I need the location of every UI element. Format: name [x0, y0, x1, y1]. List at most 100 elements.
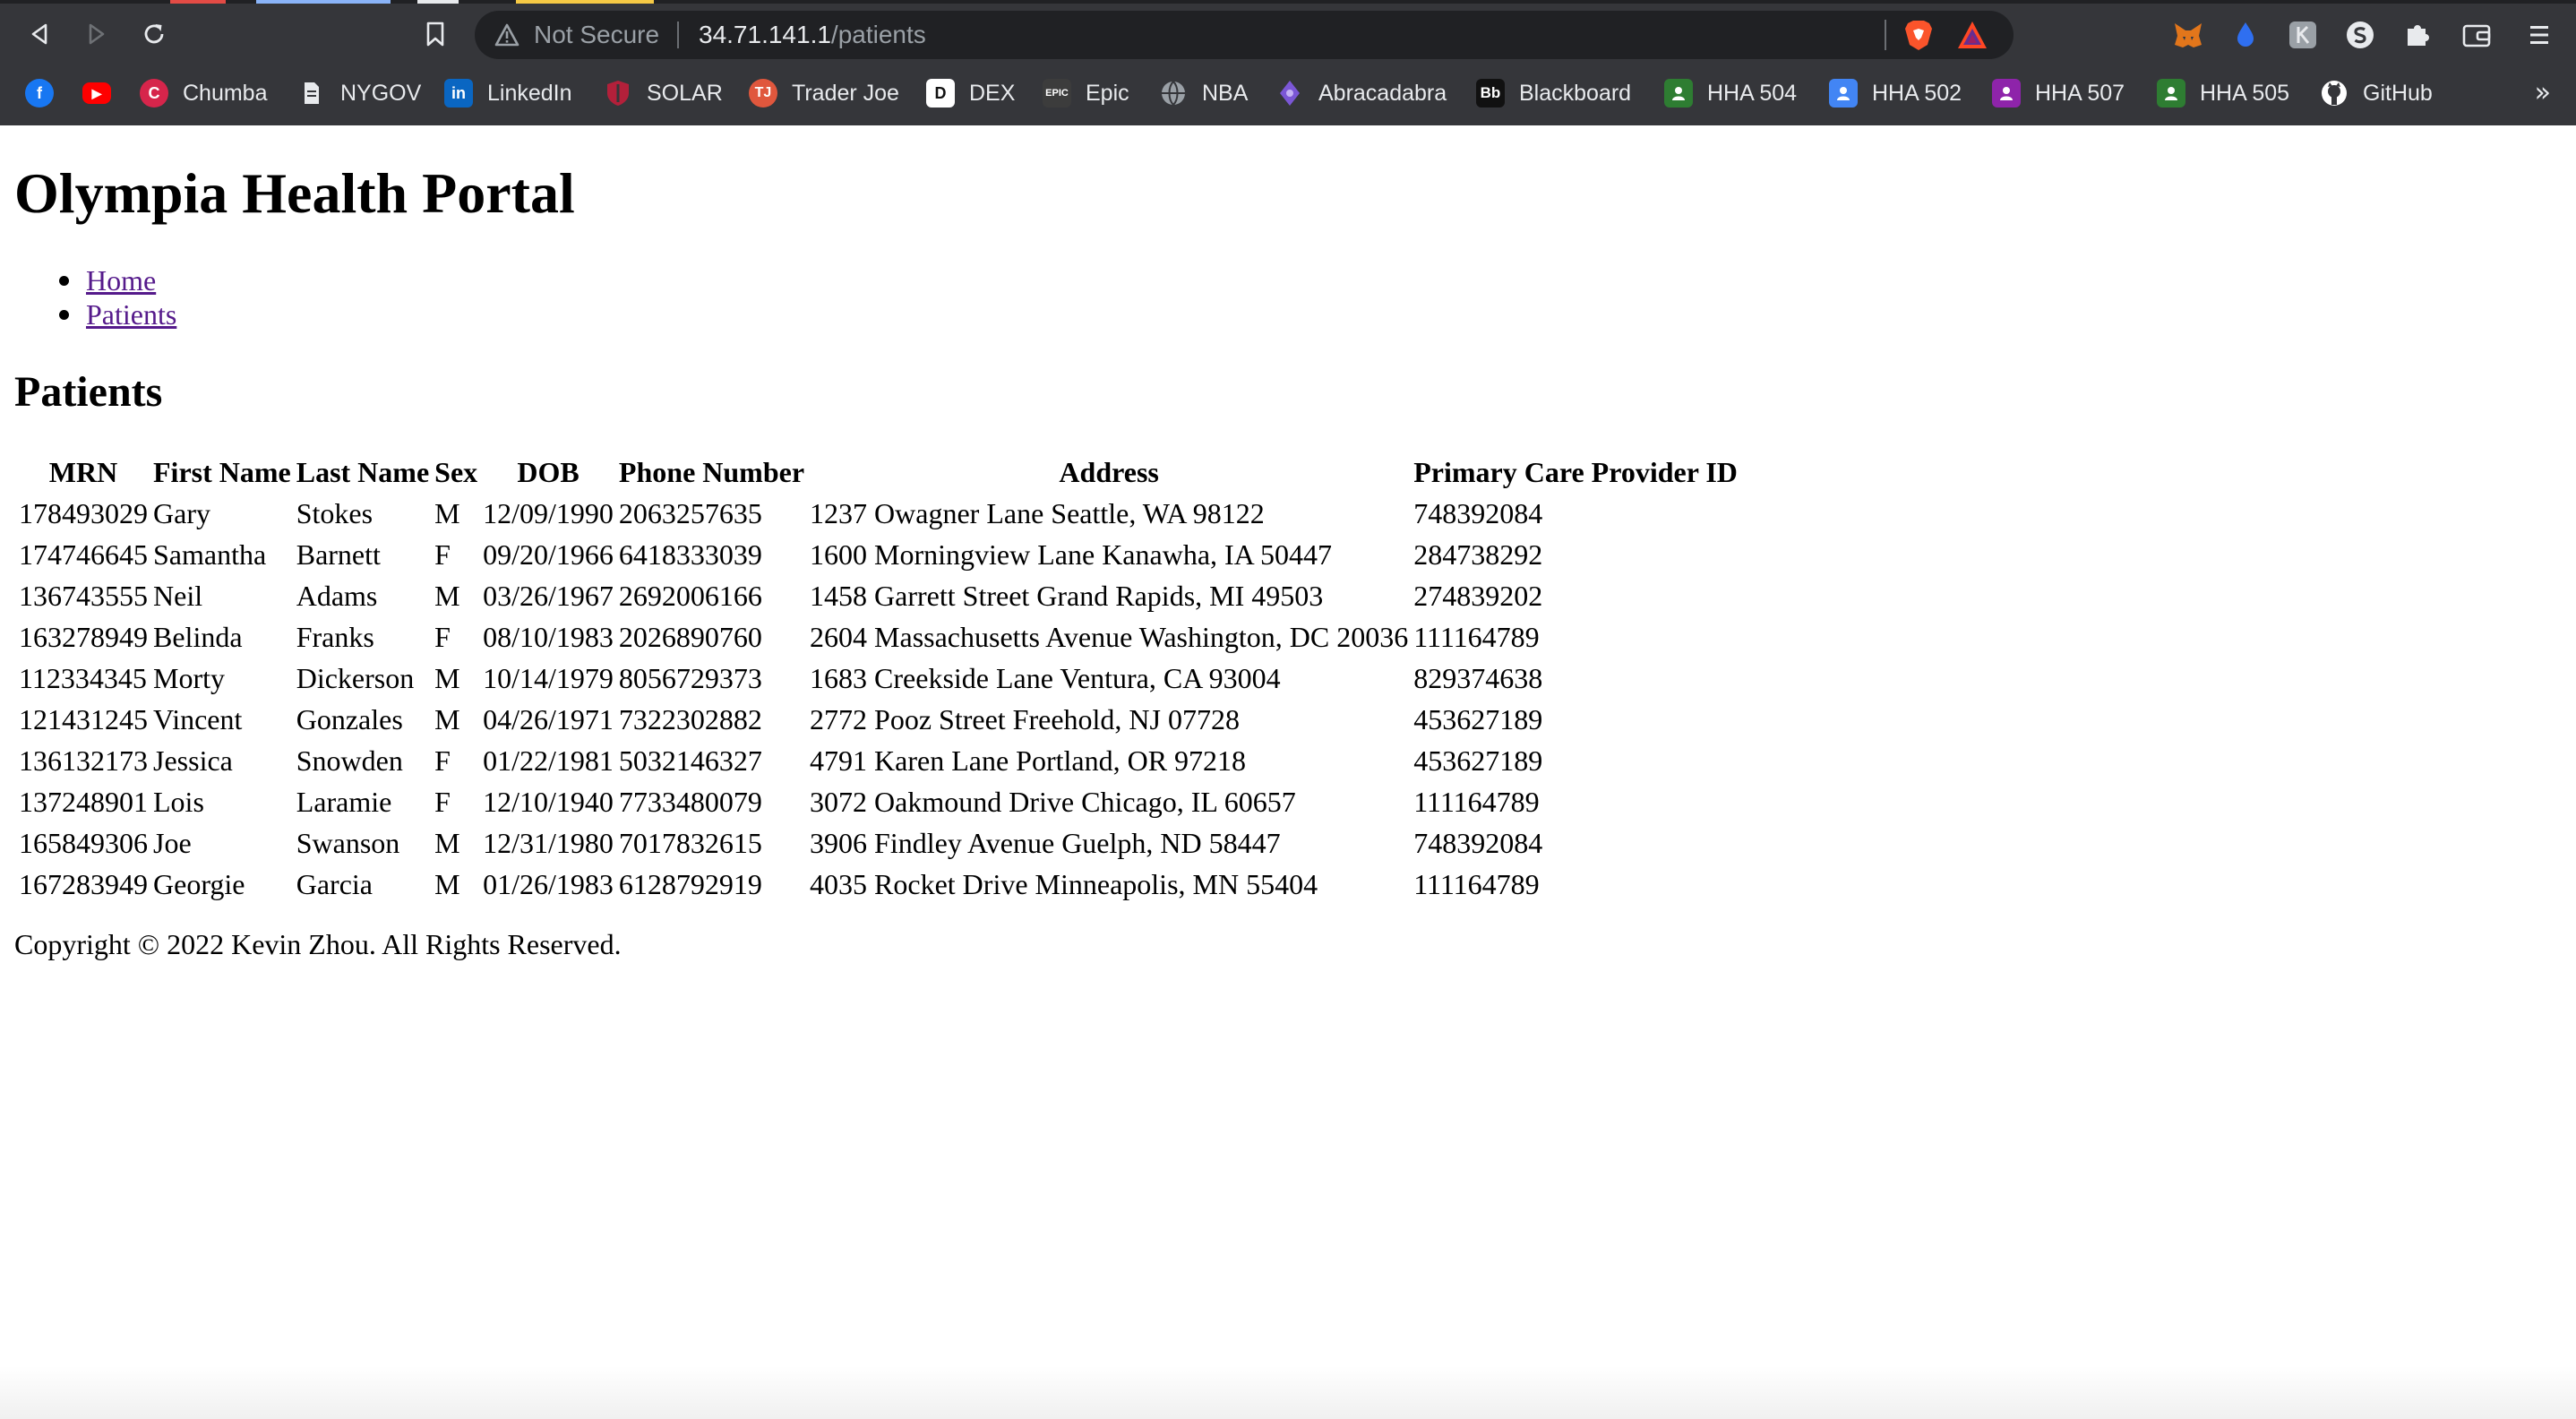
abracadabra-icon	[1275, 79, 1304, 108]
brave-shields-icon[interactable]	[1902, 18, 1935, 52]
table-row: 178493029 Gary Stokes M 12/09/1990 2063257635…	[18, 494, 1739, 532]
bookmark-solar[interactable]: SOLAR	[604, 73, 723, 113]
table-cell: Gonzales	[296, 703, 403, 735]
bookmark-dex[interactable]: D DEX	[926, 73, 1015, 113]
bookmark-nba[interactable]: NBA	[1159, 73, 1248, 113]
copyright-footer: Copyright © 2022 Kevin Zhou. All Rights …	[14, 928, 622, 960]
table-header-row: MRN First Name Last Name Sex DOB Phone Number…	[18, 453, 1739, 491]
bookmark-label: Chumba	[183, 80, 268, 106]
bookmark-label: NBA	[1202, 80, 1249, 106]
document-icon	[297, 79, 326, 108]
blackboard-icon: Bb	[1476, 79, 1505, 108]
table-cell: 748392084	[1413, 827, 1543, 859]
table-cell: 165849306	[19, 827, 148, 859]
table-row: 136743555 Neil Adams M 03/26/1967 2692006166 1…	[18, 577, 1739, 615]
bookmark-hha-505[interactable]: HHA 505	[2157, 73, 2289, 113]
security-label[interactable]: Not Secure	[534, 20, 659, 50]
table-cell: 12/09/1990	[483, 497, 614, 529]
table-row: 137248901 Lois Laramie F 12/10/1940 773348007…	[18, 783, 1739, 821]
bookmark-trader-joe[interactable]: TJ Trader Joe	[749, 73, 899, 113]
table-cell: 4035 Rocket Drive Minneapolis, MN 55404	[810, 868, 1318, 900]
url-text[interactable]: 34.71.141.1/patients	[699, 20, 926, 50]
table-cell: 6128792919	[618, 868, 762, 900]
brave-rewards-icon[interactable]	[1956, 20, 1988, 50]
address-bar[interactable]: Not Secure 34.71.141.1/patients	[475, 11, 2014, 59]
table-cell: 7733480079	[618, 786, 762, 818]
table-cell: 111164789	[1413, 786, 1540, 818]
bookmark-nygov[interactable]: NYGOV	[297, 73, 421, 113]
url-host: 34.71.141.1	[699, 21, 831, 48]
table-cell: M	[434, 497, 460, 529]
reload-button[interactable]	[136, 16, 172, 52]
patients-link[interactable]: Patients	[86, 298, 176, 331]
classroom-icon	[1664, 79, 1693, 108]
nav-item-home: Home	[14, 263, 176, 297]
column-header: MRN	[48, 456, 118, 488]
extension-s-icon[interactable]	[2343, 18, 2377, 52]
column-header: Last Name	[296, 456, 430, 488]
bookmark-label: Epic	[1086, 80, 1129, 106]
table-cell: 08/10/1983	[483, 621, 614, 653]
table-cell: 10/14/1979	[483, 662, 614, 694]
table-cell: F	[434, 538, 451, 571]
table-cell: M	[434, 868, 460, 900]
table-cell: 136132173	[19, 744, 148, 777]
bookmark-github[interactable]: GitHub	[2320, 73, 2433, 113]
menu-icon[interactable]	[2522, 18, 2556, 52]
globe-icon	[1159, 79, 1188, 108]
bookmark-label: Abracadabra	[1318, 80, 1447, 106]
table-cell: 3072 Oakmound Drive Chicago, IL 60657	[810, 786, 1296, 818]
table-cell: Swanson	[296, 827, 400, 859]
table-cell: 167283949	[19, 868, 148, 900]
table-cell: Morty	[153, 662, 225, 694]
table-cell: Snowden	[296, 744, 403, 777]
bookmark-page-button[interactable]	[417, 16, 453, 52]
metamask-icon[interactable]	[2171, 18, 2205, 52]
bookmark-epic[interactable]: EPIC Epic	[1043, 73, 1129, 113]
table-cell: 12/10/1940	[483, 786, 614, 818]
bookmark-hha-504[interactable]: HHA 504	[1664, 73, 1797, 113]
epic-icon: EPIC	[1043, 79, 1071, 108]
youtube-icon: ▶	[82, 82, 111, 104]
warning-icon	[494, 23, 519, 47]
table-cell: 01/22/1981	[483, 744, 614, 777]
table-cell: 09/20/1966	[483, 538, 614, 571]
table-cell: 12/31/1980	[483, 827, 614, 859]
table-cell: Neil	[153, 580, 203, 612]
extension-drop-icon[interactable]	[2228, 18, 2263, 52]
forward-button[interactable]	[79, 16, 115, 52]
table-cell: 1458 Garrett Street Grand Rapids, MI 495…	[810, 580, 1324, 612]
back-icon	[31, 23, 47, 45]
extension-k-icon[interactable]	[2286, 18, 2320, 52]
bookmark-label: SOLAR	[647, 80, 723, 106]
bookmark-facebook[interactable]: f	[25, 73, 54, 113]
table-cell: M	[434, 662, 460, 694]
bookmark-youtube[interactable]: ▶	[82, 73, 111, 113]
table-row: 163278949 Belinda Franks F 08/10/1983 2026890…	[18, 618, 1739, 656]
linkedin-icon: in	[444, 79, 473, 108]
trader-joe-icon: TJ	[749, 79, 777, 108]
table-cell: 6418333039	[618, 538, 762, 571]
table-cell: 174746645	[19, 538, 148, 571]
table-cell: Laramie	[296, 786, 392, 818]
bookmark-blackboard[interactable]: Bb Blackboard	[1476, 73, 1631, 113]
patients-table: MRN First Name Last Name Sex DOB Phone Number…	[14, 450, 1742, 907]
table-cell: 453627189	[1413, 703, 1543, 735]
bookmark-chumba[interactable]: C Chumba	[140, 73, 268, 113]
bookmark-abracadabra[interactable]: Abracadabra	[1275, 73, 1447, 113]
table-cell: 274839202	[1413, 580, 1543, 612]
wallet-icon[interactable]	[2460, 18, 2494, 52]
bookmark-hha-507[interactable]: HHA 507	[1992, 73, 2125, 113]
table-cell: 829374638	[1413, 662, 1543, 694]
extensions-puzzle-icon[interactable]	[2400, 18, 2434, 52]
table-row: 165849306 Joe Swanson M 12/31/1980 7017832615…	[18, 824, 1739, 862]
bookmark-linkedin[interactable]: in LinkedIn	[444, 73, 572, 113]
bookmark-hha-502[interactable]: HHA 502	[1829, 73, 1962, 113]
column-header: Sex	[434, 456, 478, 488]
back-button[interactable]	[21, 16, 57, 52]
bookmarks-overflow-button[interactable]: »	[2535, 75, 2551, 111]
home-link[interactable]: Home	[86, 264, 156, 297]
dex-icon: D	[926, 79, 955, 108]
table-cell: F	[434, 621, 451, 653]
table-cell: Jessica	[153, 744, 233, 777]
